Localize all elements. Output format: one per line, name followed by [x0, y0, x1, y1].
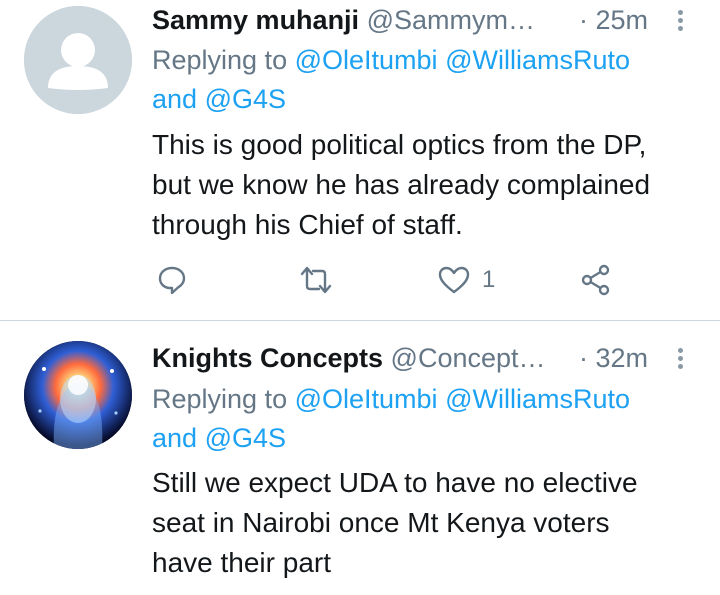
and-text: and — [152, 423, 198, 453]
reply-icon — [158, 266, 186, 295]
tweet-text-line: through his Chief of staff. — [152, 209, 463, 240]
like-count: 1 — [482, 266, 496, 293]
replying-to: Replying to @OleItumbi @WilliamsRuto and… — [152, 380, 692, 458]
avatar-knights-concepts[interactable] — [24, 341, 132, 449]
timestamp: · 25m — [578, 5, 648, 35]
mention-link[interactable]: @OleItumbi — [295, 45, 438, 75]
mention-link[interactable]: @OleItumbi — [295, 384, 438, 414]
tweet-text-line: seat in Nairobi once Mt Kenya voters — [152, 507, 610, 538]
share-icon — [581, 264, 610, 296]
share-button[interactable] — [580, 258, 612, 302]
tweet-2-header: Knights Concepts @Concept… · 32m — [152, 338, 720, 378]
tweet-text-line: Still we expect UDA to have no elective — [152, 467, 638, 498]
handle[interactable]: @Concept… — [391, 343, 546, 373]
more-vertical-icon[interactable] — [678, 348, 684, 370]
tweet-text: This is good political optics from the D… — [152, 125, 697, 245]
retweet-button[interactable] — [299, 258, 333, 302]
mention-link[interactable]: @WilliamsRuto — [445, 45, 630, 75]
reply-button[interactable] — [156, 258, 188, 302]
tweet-1-header: Sammy muhanji @Sammym… · 25m — [152, 0, 720, 40]
replying-prefix: Replying to — [152, 45, 288, 75]
mention-link[interactable]: @G4S — [205, 423, 286, 453]
like-icon — [438, 266, 470, 294]
and-text: and — [152, 84, 198, 114]
replying-to: Replying to @OleItumbi @WilliamsRuto and… — [152, 41, 692, 119]
replying-prefix: Replying to — [152, 384, 288, 414]
retweet-icon — [300, 266, 332, 294]
avatar-default[interactable] — [24, 6, 132, 114]
mention-link[interactable]: @G4S — [205, 84, 286, 114]
tweet-text-line: but we know he has already complained — [152, 169, 651, 200]
display-name[interactable]: Sammy muhanji — [152, 5, 359, 35]
tweet-text: Still we expect UDA to have no elective … — [152, 463, 697, 583]
more-vertical-icon[interactable] — [678, 10, 684, 32]
like-button[interactable]: 1 — [438, 258, 495, 302]
tweet-actions: 1 — [152, 258, 672, 302]
tweet-text-line: have their part — [152, 547, 331, 578]
default-profile-icon — [24, 6, 132, 114]
display-name[interactable]: Knights Concepts — [152, 343, 383, 373]
mention-link[interactable]: @WilliamsRuto — [445, 384, 630, 414]
tweet-text-line: This is good political optics from the D… — [152, 129, 647, 160]
timestamp: · 32m — [578, 343, 648, 373]
ai-brain-profile-image — [24, 341, 132, 449]
handle[interactable]: @Sammym… — [367, 5, 535, 35]
